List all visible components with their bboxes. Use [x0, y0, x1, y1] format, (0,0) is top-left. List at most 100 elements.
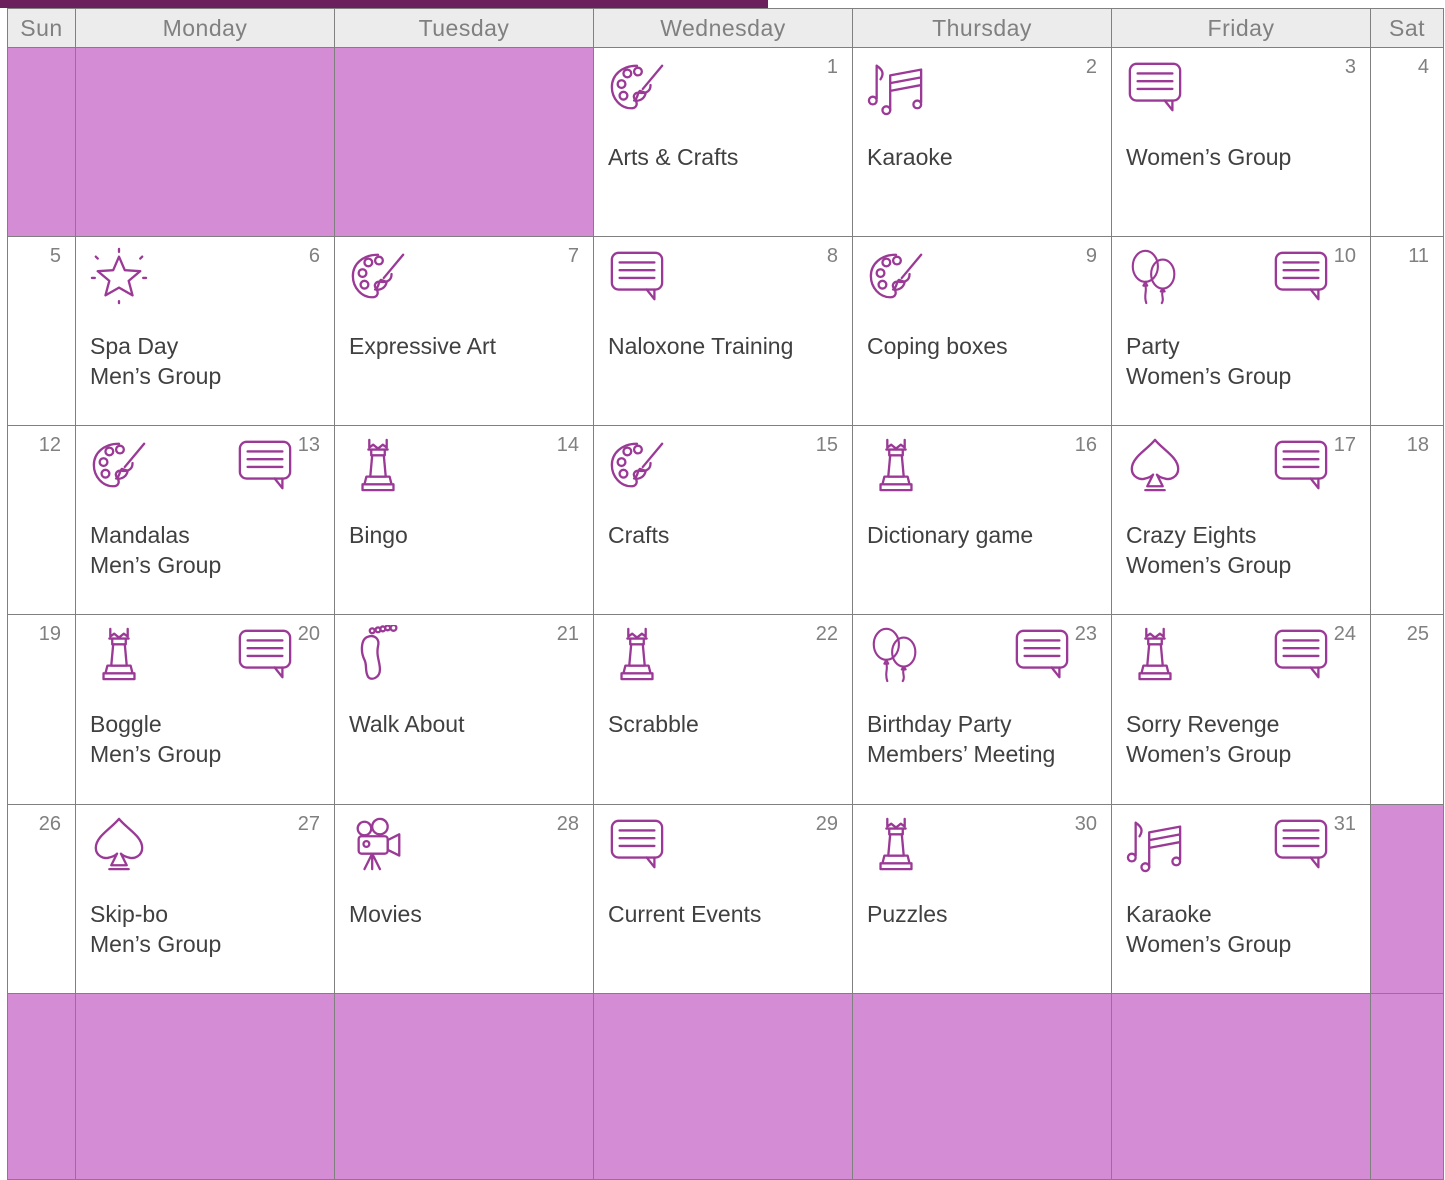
footprint-icon: [349, 625, 407, 683]
chess-queen-icon: [608, 625, 666, 683]
day-number: 31: [1333, 812, 1356, 835]
event-label: Birthday Party: [867, 711, 1012, 738]
day-cell[interactable]: 6 Spa Day Men’s Group: [75, 236, 335, 427]
day-cell[interactable]: 1 Arts & Crafts: [593, 46, 853, 238]
chess-queen-icon: [90, 625, 148, 683]
event-list: Birthday Party Members’ Meeting: [867, 709, 1105, 769]
palette-icon: [349, 247, 407, 305]
event-label: Members’ Meeting: [867, 741, 1056, 768]
event-list: Karaoke Women’s Group: [1126, 899, 1364, 959]
day-cell[interactable]: 19: [7, 614, 76, 805]
weekday-header-sat: Sat: [1370, 8, 1444, 48]
event-label: Crafts: [608, 522, 670, 549]
day-cell[interactable]: 15 Crafts: [593, 425, 853, 616]
day-number: 30: [1074, 812, 1097, 835]
day-cell[interactable]: 20 Boggle Men’s Group: [75, 614, 335, 805]
day-cell[interactable]: 8 Naloxone Training: [593, 236, 853, 427]
day-cell[interactable]: 29 Current Events: [593, 803, 853, 994]
empty-day-cell: [75, 46, 335, 238]
speech-bubble-icon: [1272, 815, 1330, 873]
speech-bubble-icon: [1126, 58, 1184, 116]
event-label: Women’s Group: [1126, 741, 1292, 768]
day-cell[interactable]: 9 Coping boxes: [852, 236, 1112, 427]
day-cell[interactable]: 30 Puzzles: [852, 803, 1112, 994]
day-cell[interactable]: 7 Expressive Art: [334, 236, 594, 427]
empty-day-cell: [1370, 803, 1444, 994]
day-number: 7: [567, 245, 579, 268]
day-number: 14: [556, 434, 579, 457]
day-cell[interactable]: 27 Skip-bo Men’s Group: [75, 803, 335, 994]
day-number: 21: [556, 623, 579, 646]
balloons-icon: [1126, 247, 1184, 305]
week-row: [7, 992, 1444, 1180]
event-label: Women’s Group: [1126, 144, 1292, 170]
day-cell[interactable]: 12: [7, 425, 76, 616]
day-cell[interactable]: 22 Scrabble: [593, 614, 853, 805]
week-row: 12 13 Mandalas Men’s Group 14 Bingo 15 Craft…: [7, 425, 1444, 616]
event-label: Naloxone Training: [608, 333, 794, 360]
event-list: Puzzles: [867, 899, 1105, 929]
weekday-header-monday: Monday: [75, 8, 335, 48]
event-label: Boggle: [90, 711, 162, 738]
day-cell[interactable]: 3 Women’s Group: [1111, 46, 1371, 238]
event-label: Current Events: [608, 900, 762, 927]
day-cell[interactable]: 11: [1370, 236, 1444, 427]
day-number: 3: [1344, 56, 1356, 78]
event-icons: [1126, 625, 1330, 683]
day-cell[interactable]: 26: [7, 803, 76, 994]
day-number: 13: [297, 434, 320, 457]
event-list: Sorry Revenge Women’s Group: [1126, 709, 1364, 769]
day-cell[interactable]: 31 Karaoke Women’s Group: [1111, 803, 1371, 994]
event-list: Spa Day Men’s Group: [90, 331, 328, 391]
day-cell[interactable]: 10 Party Women’s Group: [1111, 236, 1371, 427]
day-cell[interactable]: 24 Sorry Revenge Women’s Group: [1111, 614, 1371, 805]
day-cell[interactable]: 18: [1370, 425, 1444, 616]
event-list: Karaoke: [867, 142, 1105, 172]
event-label: Mandalas: [90, 522, 190, 549]
event-list: Coping boxes: [867, 331, 1105, 361]
event-icons: [867, 625, 1071, 683]
day-cell[interactable]: 5: [7, 236, 76, 427]
event-icons: [608, 58, 812, 116]
day-cell[interactable]: 2 Karaoke: [852, 46, 1112, 238]
palette-icon: [608, 58, 666, 116]
day-cell[interactable]: 14 Bingo: [334, 425, 594, 616]
event-icons: [349, 815, 553, 873]
day-number: 10: [1333, 245, 1356, 268]
speech-bubble-icon: [236, 436, 294, 494]
day-number: 2: [1085, 56, 1097, 78]
event-list: Naloxone Training: [608, 331, 846, 361]
top-accent-bar: [0, 0, 768, 8]
event-list: Walk About: [349, 709, 587, 739]
event-label: Men’s Group: [90, 930, 222, 957]
day-cell[interactable]: 25: [1370, 614, 1444, 805]
day-cell[interactable]: 17 Crazy Eights Women’s Group: [1111, 425, 1371, 616]
event-list: Boggle Men’s Group: [90, 709, 328, 769]
empty-day-cell: [334, 46, 594, 238]
event-icons: [867, 247, 1071, 305]
day-cell[interactable]: 16 Dictionary game: [852, 425, 1112, 616]
empty-day-cell: [334, 992, 594, 1180]
empty-day-cell: [593, 992, 853, 1180]
event-icons: [867, 815, 1071, 873]
day-cell[interactable]: 4: [1370, 46, 1444, 238]
day-cell[interactable]: 28 Movies: [334, 803, 594, 994]
day-cell[interactable]: 21 Walk About: [334, 614, 594, 805]
movie-camera-icon: [349, 815, 407, 873]
day-number: 25: [1406, 623, 1429, 646]
day-cell[interactable]: 13 Mandalas Men’s Group: [75, 425, 335, 616]
event-icons: [608, 247, 812, 305]
calendar-grid: Sun Monday Tuesday Wednesday Thursday Fr…: [7, 8, 1444, 1180]
day-number: 11: [1408, 245, 1429, 268]
speech-bubble-icon: [1272, 436, 1330, 494]
event-label: Women’s Group: [1126, 552, 1292, 579]
event-icons: [608, 815, 812, 873]
day-number: 26: [38, 812, 61, 835]
speech-bubble-icon: [236, 625, 294, 683]
palette-icon: [608, 436, 666, 494]
event-icons: [608, 436, 812, 494]
day-number: 9: [1085, 245, 1097, 268]
event-label: Crazy Eights: [1126, 522, 1257, 549]
week-row: 26 27 Skip-bo Men’s Group 28 Movies 29 Curre…: [7, 803, 1444, 994]
day-cell[interactable]: 23 Birthday Party Members’ Meeting: [852, 614, 1112, 805]
